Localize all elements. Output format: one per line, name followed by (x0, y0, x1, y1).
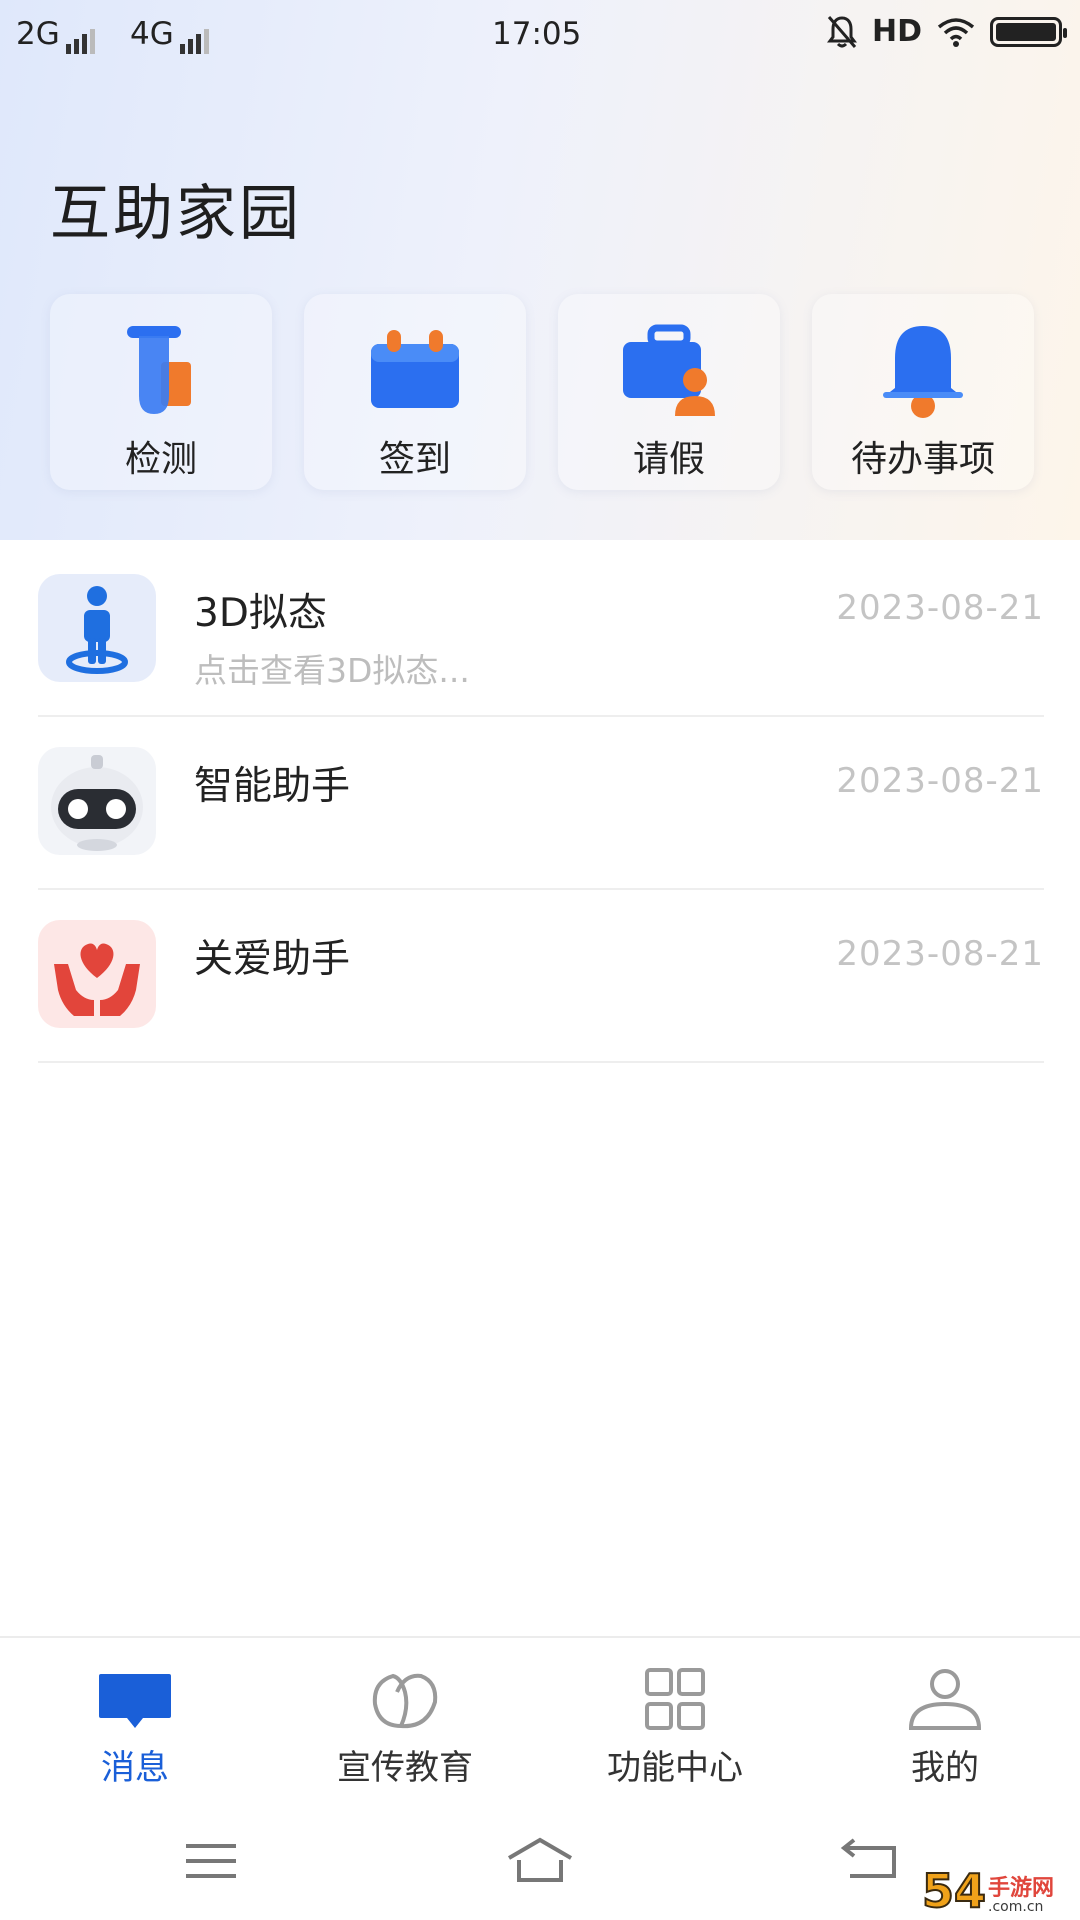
quick-action-label: 请假 (632, 439, 705, 480)
bell-icon (883, 326, 963, 418)
message-row-care[interactable]: 关爱助手 2023-08-21 (38, 890, 1044, 1063)
tab-label: 我的 (911, 1748, 979, 1788)
page-title: 互助家园 (50, 179, 302, 249)
briefcase-person-icon (623, 324, 715, 416)
status-bar: 2G 4G 17:05 HD (0, 0, 1080, 66)
network-2g: 2G (16, 16, 98, 54)
network-4g: 4G (130, 16, 212, 54)
heart-hands-icon (54, 943, 140, 1016)
message-date: 2023-08-21 (836, 761, 1044, 801)
watermark-logo: 54 手游网 .com.cn (921, 1850, 1074, 1918)
quick-action-label: 检测 (124, 439, 197, 480)
calendar-icon (371, 330, 459, 408)
watermark-brand: 54 (921, 1864, 987, 1918)
message-date: 2023-08-21 (836, 588, 1044, 628)
system-nav-bar (0, 1800, 1080, 1920)
message-row-assistant[interactable]: 智能助手 2023-08-21 (38, 717, 1044, 890)
tab-profile[interactable]: 我的 (810, 1638, 1080, 1798)
wifi-icon (937, 17, 975, 47)
message-title: 3D拟态 (194, 591, 327, 636)
hd-indicator: HD (871, 14, 922, 49)
quick-action-leave[interactable]: 请假 (558, 294, 780, 490)
message-preview: 点击查看3D拟态... (194, 651, 470, 690)
robot-icon (51, 755, 143, 851)
user-icon (908, 1669, 982, 1730)
message-title: 关爱助手 (194, 937, 351, 982)
quick-action-label: 待办事项 (850, 439, 995, 480)
quick-action-test[interactable]: 检测 (50, 294, 272, 490)
network-4g-label: 4G (130, 16, 174, 52)
network-2g-label: 2G (16, 16, 60, 52)
avatar (38, 747, 156, 855)
tab-messages[interactable]: 消息 (0, 1638, 270, 1798)
quick-action-checkin[interactable]: 签到 (304, 294, 526, 490)
tab-function-center[interactable]: 功能中心 (540, 1638, 810, 1798)
leaf-icon (372, 1673, 438, 1729)
menu-icon[interactable] (176, 1836, 246, 1886)
quick-action-todo[interactable]: 待办事项 (812, 294, 1034, 490)
quick-action-label: 签到 (378, 439, 451, 480)
signal-icon (65, 18, 98, 54)
message-icon (99, 1674, 171, 1728)
tab-label: 宣传教育 (337, 1748, 473, 1788)
watermark-site: 手游网 (988, 1876, 1055, 1901)
message-title: 智能助手 (194, 764, 351, 809)
bottom-tab-bar: 消息 宣传教育 功能中心 我的 (0, 1636, 1080, 1798)
test-tube-icon (127, 326, 191, 414)
tab-label: 功能中心 (607, 1748, 743, 1788)
message-row-3d[interactable]: 3D拟态 点击查看3D拟态... 2023-08-21 (38, 544, 1044, 717)
avatar (38, 574, 156, 682)
grid-icon (645, 1668, 705, 1730)
home-icon[interactable] (505, 1836, 575, 1886)
tab-label: 消息 (101, 1748, 169, 1788)
status-time: 17:05 (492, 16, 582, 52)
3d-person-icon (66, 586, 128, 674)
back-icon[interactable] (836, 1836, 906, 1886)
mute-bell-icon (826, 15, 857, 48)
avatar (38, 920, 156, 1028)
message-date: 2023-08-21 (836, 934, 1044, 974)
signal-icon (179, 18, 212, 54)
watermark-domain: .com.cn (988, 1899, 1044, 1915)
tab-education[interactable]: 宣传教育 (270, 1638, 540, 1798)
battery-icon (990, 16, 1067, 47)
